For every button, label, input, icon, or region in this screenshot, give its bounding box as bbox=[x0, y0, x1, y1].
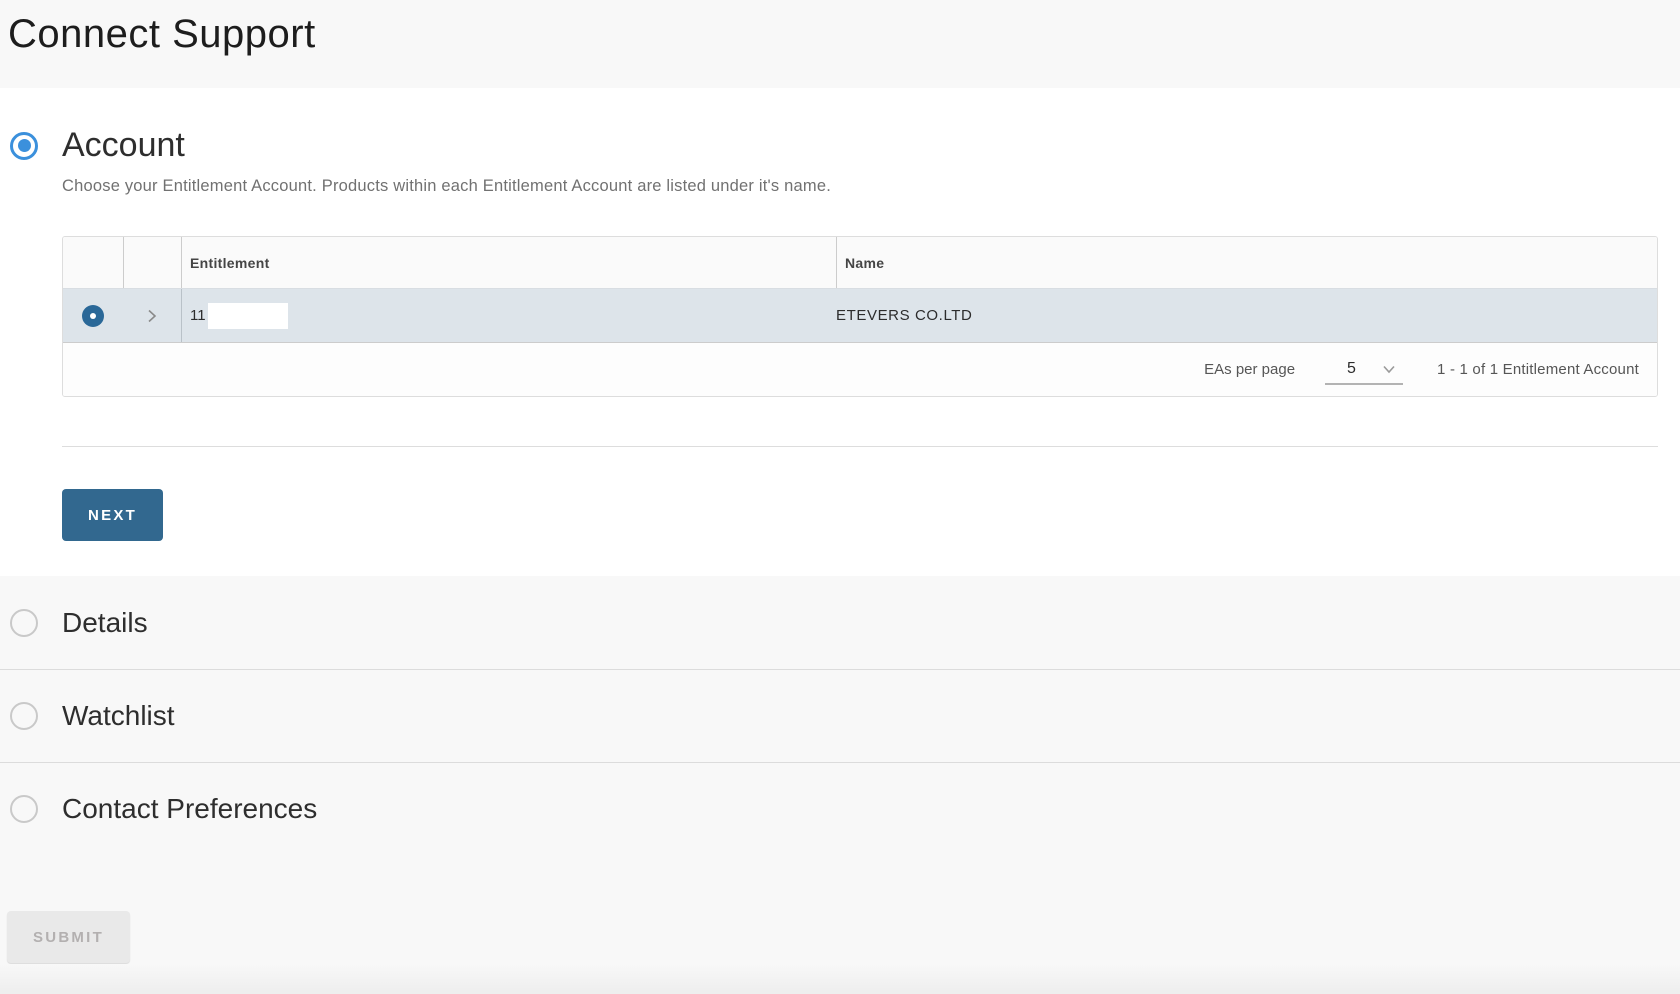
contact-preferences-section-title: Contact Preferences bbox=[62, 793, 317, 825]
account-section-header[interactable]: Account bbox=[0, 88, 1680, 165]
chevron-down-icon bbox=[1381, 361, 1397, 377]
watchlist-section-title: Watchlist bbox=[62, 700, 175, 732]
next-button[interactable]: NEXT bbox=[62, 489, 163, 541]
row-radio-selected-icon[interactable] bbox=[82, 305, 104, 327]
bottom-fade bbox=[0, 964, 1680, 994]
row-radio-cell bbox=[63, 289, 123, 342]
header-cell-radio bbox=[63, 237, 123, 288]
entitlement-value: 11 bbox=[190, 307, 206, 324]
chevron-right-icon[interactable] bbox=[144, 308, 160, 324]
submit-button[interactable]: SUBMIT bbox=[7, 911, 130, 963]
per-page-label: EAs per page bbox=[1204, 361, 1295, 378]
table-pagination: EAs per page 5 1 - 1 of 1 Entitlement Ac… bbox=[63, 342, 1657, 396]
page-header: Connect Support bbox=[0, 0, 1680, 88]
header-cell-expand bbox=[123, 237, 181, 288]
page-title: Connect Support bbox=[8, 12, 1680, 57]
row-entitlement-cell: 11 bbox=[181, 289, 836, 342]
collapsed-sections: Details Watchlist Contact Preferences SU… bbox=[0, 576, 1680, 994]
details-radio-icon[interactable] bbox=[10, 609, 38, 637]
contact-preferences-section-header[interactable]: Contact Preferences bbox=[0, 762, 1680, 855]
per-page-select[interactable]: 5 bbox=[1325, 355, 1403, 385]
details-section-header[interactable]: Details bbox=[0, 576, 1680, 669]
redaction-box bbox=[208, 303, 288, 329]
account-section: Account Choose your Entitlement Account.… bbox=[0, 88, 1680, 576]
per-page-value: 5 bbox=[1347, 360, 1356, 378]
table-row[interactable]: 11 ETEVERS CO.LTD bbox=[63, 289, 1657, 342]
account-description: Choose your Entitlement Account. Product… bbox=[62, 177, 1680, 196]
contact-preferences-radio-icon[interactable] bbox=[10, 795, 38, 823]
account-radio-selected-icon[interactable] bbox=[10, 132, 38, 160]
section-divider bbox=[62, 446, 1658, 447]
header-cell-entitlement: Entitlement bbox=[181, 237, 836, 288]
entitlement-table: Entitlement Name 11 ETEVERS CO.LTD bbox=[62, 236, 1658, 397]
watchlist-radio-icon[interactable] bbox=[10, 702, 38, 730]
account-section-title: Account bbox=[62, 126, 185, 165]
header-cell-name: Name bbox=[836, 237, 1657, 288]
row-expand-cell bbox=[123, 289, 181, 342]
watchlist-section-header[interactable]: Watchlist bbox=[0, 669, 1680, 762]
pagination-range-text: 1 - 1 of 1 Entitlement Account bbox=[1437, 361, 1639, 378]
row-name-cell: ETEVERS CO.LTD bbox=[836, 289, 1657, 342]
details-section-title: Details bbox=[62, 607, 148, 639]
table-header-row: Entitlement Name bbox=[63, 237, 1657, 289]
account-name-value: ETEVERS CO.LTD bbox=[836, 307, 972, 324]
